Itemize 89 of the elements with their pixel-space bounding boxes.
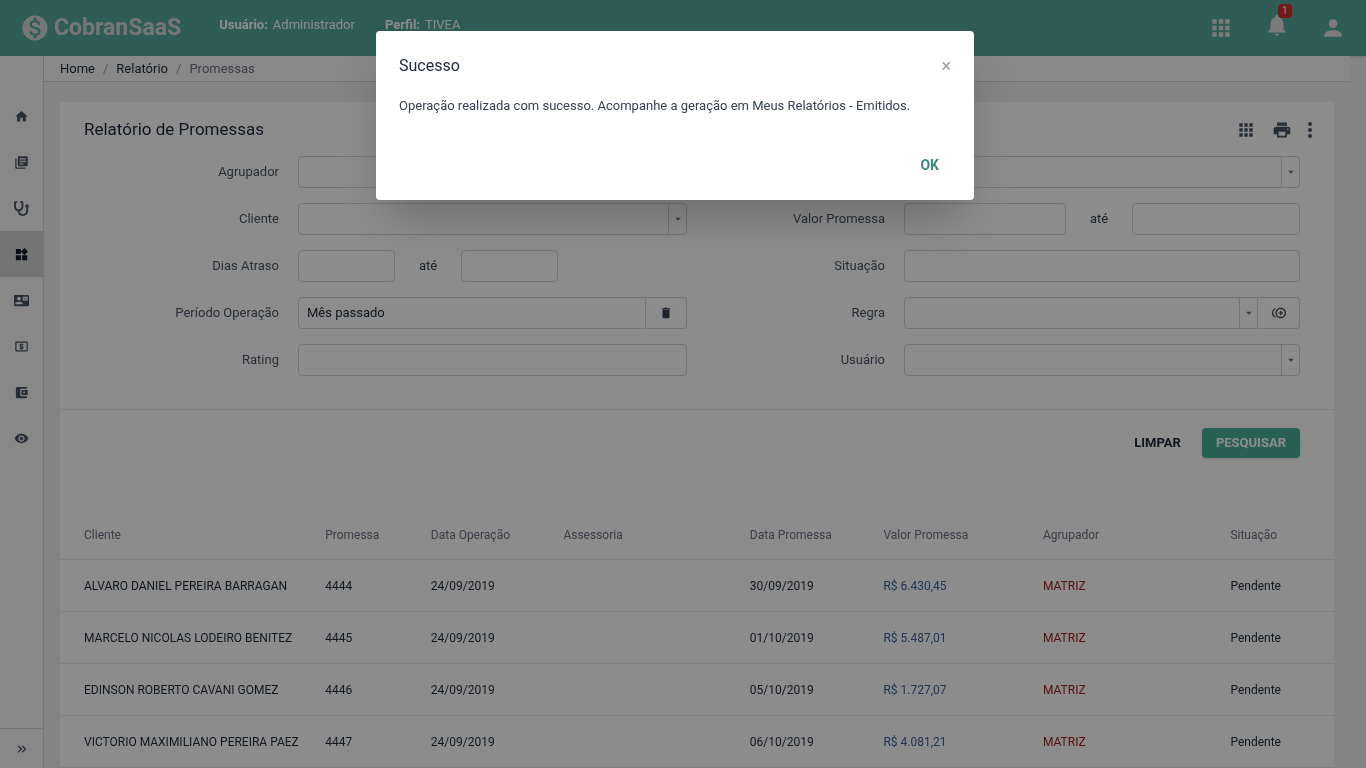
table-cell: R$ 5.487,01: [883, 630, 947, 645]
dialog-message: Operação realizada com sucesso. Acompanhe a geração em Meus Relatórios - Emitidos.: [399, 97, 912, 115]
trash-icon: [659, 305, 673, 320]
sidebar-item[interactable]: [0, 231, 43, 277]
dialog-title: Sucesso: [399, 55, 460, 77]
field-label: Usuário: [840, 350, 885, 369]
input-field[interactable]: [298, 343, 687, 376]
table-cell: 24/09/2019: [430, 734, 495, 749]
search-button[interactable]: PESQUISAR: [1201, 427, 1300, 458]
close-button[interactable]: ×: [941, 57, 951, 75]
table-cell: 24/09/2019: [430, 578, 495, 593]
card-title: Relatório de Promessas: [84, 117, 265, 141]
user-name: Administrador: [272, 16, 355, 35]
profile-name: TIVEA: [425, 16, 461, 35]
table-cell: Pendente: [1230, 682, 1281, 697]
table-cell: 30/09/2019: [749, 578, 814, 593]
column-header[interactable]: Promessa: [325, 528, 380, 543]
table-cell: ALVARO DANIEL PEREIRA BARRAGAN: [84, 578, 288, 593]
select-field[interactable]: [904, 343, 1300, 376]
clear-button[interactable]: [646, 296, 687, 329]
table-cell: 01/10/2019: [749, 630, 814, 645]
table-cell: MATRIZ: [1042, 682, 1086, 697]
breadcrumb-link[interactable]: Home: [60, 58, 95, 78]
table-cell: VICTORIO MAXIMILIANO PEREIRA PAEZ: [84, 734, 299, 749]
field-label: Cliente: [239, 209, 279, 228]
table-cell: MARCELO NICOLAS LODEIRO BENITEZ: [84, 630, 293, 645]
contact-card-icon: [14, 292, 29, 308]
input-field[interactable]: [904, 202, 1066, 235]
user-label: Usuário:: [219, 16, 268, 35]
table-cell: EDINSON ROBERTO CAVANI GOMEZ: [84, 682, 279, 697]
clear-button[interactable]: LIMPAR: [1130, 427, 1185, 458]
table-cell: Pendente: [1230, 578, 1281, 593]
breadcrumb-divider: /: [176, 59, 182, 78]
period-field[interactable]: Mês passado: [298, 296, 646, 329]
table-cell: 24/09/2019: [430, 630, 495, 645]
wallet-icon: [14, 384, 29, 400]
field-label: Valor Promessa: [793, 209, 885, 228]
field-label: Agrupador: [218, 162, 279, 181]
add-icon: [1271, 305, 1286, 320]
range-separator: até: [419, 256, 438, 275]
stethoscope-icon: [14, 200, 29, 216]
field-label: Período Operação: [175, 303, 279, 322]
logo: CobranSaaS: [54, 12, 182, 43]
column-header[interactable]: Assessoria: [563, 528, 623, 543]
select-field[interactable]: [298, 202, 687, 235]
column-header[interactable]: Data Operação: [430, 528, 510, 543]
input-field[interactable]: [1132, 202, 1300, 235]
ok-button[interactable]: OK: [908, 151, 951, 180]
more-button[interactable]: [1308, 121, 1312, 138]
table-cell: R$ 4.081,21: [883, 734, 947, 749]
notification-badge: 1: [1278, 3, 1292, 18]
column-header[interactable]: Situação: [1230, 528, 1278, 543]
logo-icon: [20, 13, 50, 43]
column-header[interactable]: Cliente: [84, 528, 121, 543]
table-cell: MATRIZ: [1042, 734, 1086, 749]
range-separator: até: [1090, 209, 1109, 228]
input-field[interactable]: [461, 249, 559, 282]
field-label: Regra: [851, 303, 885, 322]
home-icon: [14, 108, 29, 124]
table-cell: 24/09/2019: [430, 682, 495, 697]
profile-label: Perfil:: [384, 16, 421, 35]
column-header[interactable]: Valor Promessa: [883, 528, 969, 543]
field-label: Situação: [834, 256, 885, 275]
table-cell: 4445: [325, 630, 353, 645]
breadcrumb-link[interactable]: Promessas: [189, 58, 255, 78]
select-field[interactable]: [904, 296, 1258, 329]
table-cell: 4447: [325, 734, 353, 749]
column-header[interactable]: Data Promessa: [749, 528, 832, 543]
table-cell: 4446: [325, 682, 353, 697]
table-cell: MATRIZ: [1042, 630, 1086, 645]
field-label: Rating: [242, 350, 279, 369]
breadcrumb-link[interactable]: Relatório: [116, 58, 169, 78]
table-cell: 06/10/2019: [749, 734, 814, 749]
table-cell: MATRIZ: [1042, 578, 1086, 593]
books-icon: [14, 154, 29, 170]
add-rule-button[interactable]: [1258, 296, 1300, 329]
widgets-icon: [14, 246, 29, 262]
table-cell: R$ 1.727,07: [883, 682, 947, 697]
field-label: Dias Atraso: [212, 256, 279, 275]
input-field[interactable]: [904, 249, 1300, 282]
table-cell: R$ 6.430,45: [883, 578, 947, 593]
table-cell: Pendente: [1230, 630, 1281, 645]
more-icon: [1308, 121, 1312, 138]
breadcrumb-divider: /: [103, 59, 109, 78]
column-header[interactable]: Agrupador: [1042, 528, 1100, 543]
table-cell: Pendente: [1230, 734, 1281, 749]
input-field[interactable]: [298, 249, 395, 282]
table-cell: 4444: [325, 578, 353, 593]
table-cell: 05/10/2019: [749, 682, 814, 697]
